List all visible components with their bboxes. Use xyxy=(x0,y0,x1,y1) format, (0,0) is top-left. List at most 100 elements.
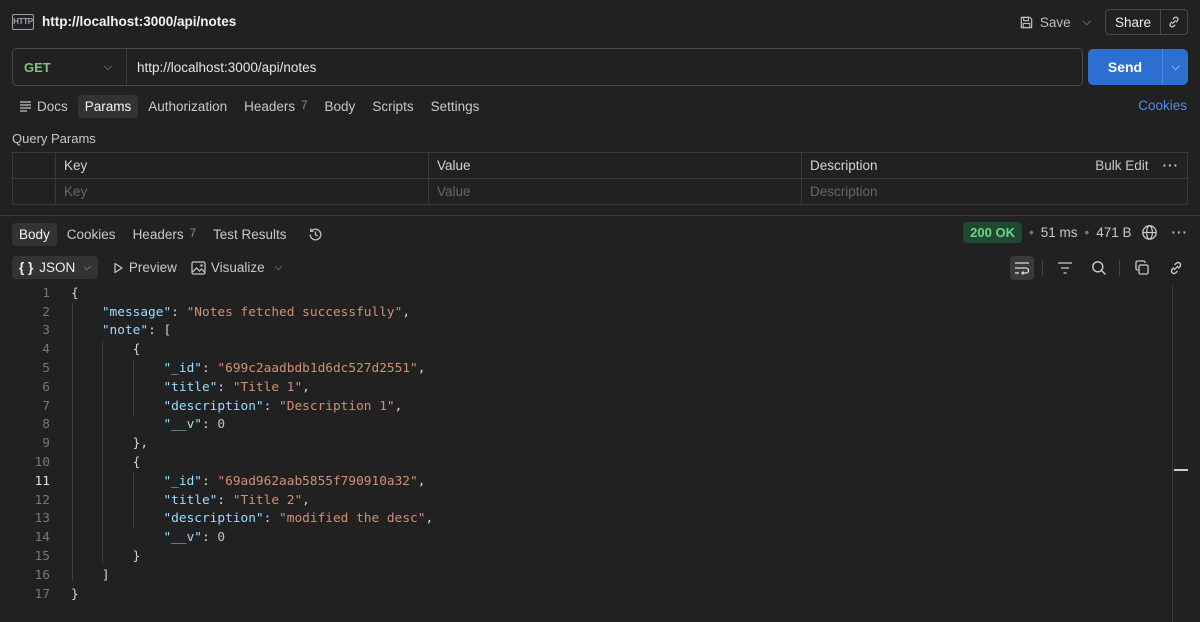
tab-response-body[interactable]: Body xyxy=(12,222,57,246)
pane-divider[interactable] xyxy=(0,215,1200,216)
json-key: "title" xyxy=(163,379,218,395)
tab-scripts[interactable]: Scripts xyxy=(365,95,420,118)
json-string: "Title 2" xyxy=(232,492,303,508)
response-time[interactable]: 51 ms xyxy=(1041,225,1078,240)
line-number: 6 xyxy=(42,379,50,395)
response-body-viewer[interactable]: 1{ 2 "message": "Notes fetched successfu… xyxy=(0,284,1172,604)
url-input[interactable] xyxy=(127,49,1082,85)
link-icon[interactable] xyxy=(1164,256,1188,280)
send-options-chevron-down-icon[interactable]: ⌵ xyxy=(1162,49,1188,85)
search-icon[interactable] xyxy=(1087,256,1111,280)
visualize-label: Visualize xyxy=(210,260,265,275)
json-string: "Title 1" xyxy=(232,379,303,395)
separator-dot: • xyxy=(1028,225,1034,240)
description-header-cell: Description Bulk Edit ··· xyxy=(810,158,1179,173)
tab-label: Scripts xyxy=(372,98,414,114)
method-select[interactable]: GET ⌵ xyxy=(13,49,127,85)
visualize-button[interactable]: Visualize xyxy=(191,260,265,275)
send-button[interactable]: Send xyxy=(1088,49,1162,85)
json-key: "title" xyxy=(163,492,218,508)
tab-params[interactable]: Params xyxy=(77,94,139,118)
tab-label: Headers xyxy=(244,98,296,114)
status-badge[interactable]: 200 OK xyxy=(963,222,1022,243)
tab-label: Authorization xyxy=(148,98,228,114)
copy-link-icon[interactable] xyxy=(1161,15,1187,29)
image-icon xyxy=(191,260,206,275)
globe-icon[interactable] xyxy=(1141,224,1158,241)
tab-response-cookies[interactable]: Cookies xyxy=(60,223,123,246)
more-options-icon[interactable]: ··· xyxy=(1172,225,1189,240)
wrap-lines-icon[interactable] xyxy=(1010,255,1034,280)
tab-settings[interactable]: Settings xyxy=(424,95,487,118)
table-header-row: Key Value Description Bulk Edit ··· xyxy=(12,152,1188,179)
tab-label: Headers xyxy=(132,226,184,242)
format-select[interactable]: { } JSON ⌵ xyxy=(12,256,98,279)
body-tools xyxy=(1000,255,1188,280)
tab-label: Cookies xyxy=(66,226,116,242)
response-size[interactable]: 471 B xyxy=(1096,225,1131,240)
code-line: 15 } xyxy=(0,547,1172,566)
value-input[interactable]: Value xyxy=(428,178,802,205)
code-line: 5 "_id": "699c2aadbdb1d6dc527d2551", xyxy=(0,359,1172,378)
save-label: Save xyxy=(1039,14,1071,30)
line-number: 16 xyxy=(34,567,50,583)
line-number: 7 xyxy=(42,398,50,414)
toolbar-separator xyxy=(1042,259,1043,276)
request-title[interactable]: http://localhost:3000/api/notes xyxy=(42,14,236,29)
tab-label: Test Results xyxy=(213,226,287,242)
json-string: "modified the desc" xyxy=(279,511,426,527)
tab-test-results[interactable]: Test Results xyxy=(206,223,294,246)
tab-body[interactable]: Body xyxy=(318,95,363,118)
key-input[interactable]: Key xyxy=(55,178,429,205)
title-actions: Save ⌵ Share xyxy=(1013,9,1188,35)
line-number: 2 xyxy=(42,304,50,320)
code-line: 2 "message": "Notes fetched successfully… xyxy=(0,303,1172,322)
code-line: 6 "title": "Title 1", xyxy=(0,378,1172,397)
more-options-icon[interactable]: ··· xyxy=(1163,158,1180,173)
code-line: 3 "note": [ xyxy=(0,322,1172,341)
visualize-options-chevron-down-icon[interactable]: ⌵ xyxy=(275,262,283,273)
query-params-title: Query Params xyxy=(12,131,96,146)
description-input[interactable]: Description xyxy=(801,178,1188,205)
line-number: 11 xyxy=(34,473,50,489)
scrollbar[interactable] xyxy=(1172,284,1173,622)
response-meta: 200 OK • 51 ms • 471 B ··· xyxy=(963,222,1188,243)
request-tabs: Docs Params Authorization Headers 7 Body … xyxy=(12,93,489,119)
separator-dot: • xyxy=(1084,225,1090,240)
line-number: 12 xyxy=(34,492,50,508)
preview-button[interactable]: Preview xyxy=(112,260,177,275)
bulk-edit-button[interactable]: Bulk Edit xyxy=(1095,158,1148,173)
tab-label: Body xyxy=(324,98,356,114)
description-column-header: Description Bulk Edit ··· xyxy=(801,152,1188,179)
save-options-chevron-down-icon[interactable]: ⌵ xyxy=(1083,16,1091,29)
code-line: 14 "__v": 0 xyxy=(0,528,1172,547)
tab-docs[interactable]: Docs xyxy=(12,95,75,118)
cookies-link[interactable]: Cookies xyxy=(1138,98,1187,113)
code-line: 1{ xyxy=(0,284,1172,303)
copy-icon[interactable] xyxy=(1130,256,1154,280)
history-icon[interactable] xyxy=(307,226,324,243)
json-key: "__v" xyxy=(163,530,202,546)
share-button[interactable]: Share xyxy=(1106,10,1161,34)
body-toolbar: { } JSON ⌵ Preview Visualize ⌵ xyxy=(12,255,282,280)
tab-response-headers[interactable]: Headers 7 xyxy=(126,223,203,246)
play-icon xyxy=(114,262,123,273)
save-button[interactable]: Save xyxy=(1013,11,1077,34)
line-number: 1 xyxy=(42,285,50,301)
json-key: "_id" xyxy=(163,473,202,489)
line-number: 3 xyxy=(42,323,50,339)
json-key: "_id" xyxy=(163,361,202,377)
filter-icon[interactable] xyxy=(1053,256,1077,280)
code-line: 16 ] xyxy=(0,566,1172,585)
code-line: 12 "title": "Title 2", xyxy=(0,491,1172,510)
save-icon xyxy=(1020,16,1033,28)
line-number: 15 xyxy=(34,549,50,565)
tab-authorization[interactable]: Authorization xyxy=(141,95,234,118)
line-number: 8 xyxy=(42,417,50,433)
tab-label: Settings xyxy=(430,98,480,114)
json-number: 0 xyxy=(217,417,226,433)
line-number: 13 xyxy=(34,511,50,527)
headers-count: 7 xyxy=(301,100,308,112)
tab-headers[interactable]: Headers 7 xyxy=(237,95,314,118)
json-string: "Description 1" xyxy=(279,398,395,414)
